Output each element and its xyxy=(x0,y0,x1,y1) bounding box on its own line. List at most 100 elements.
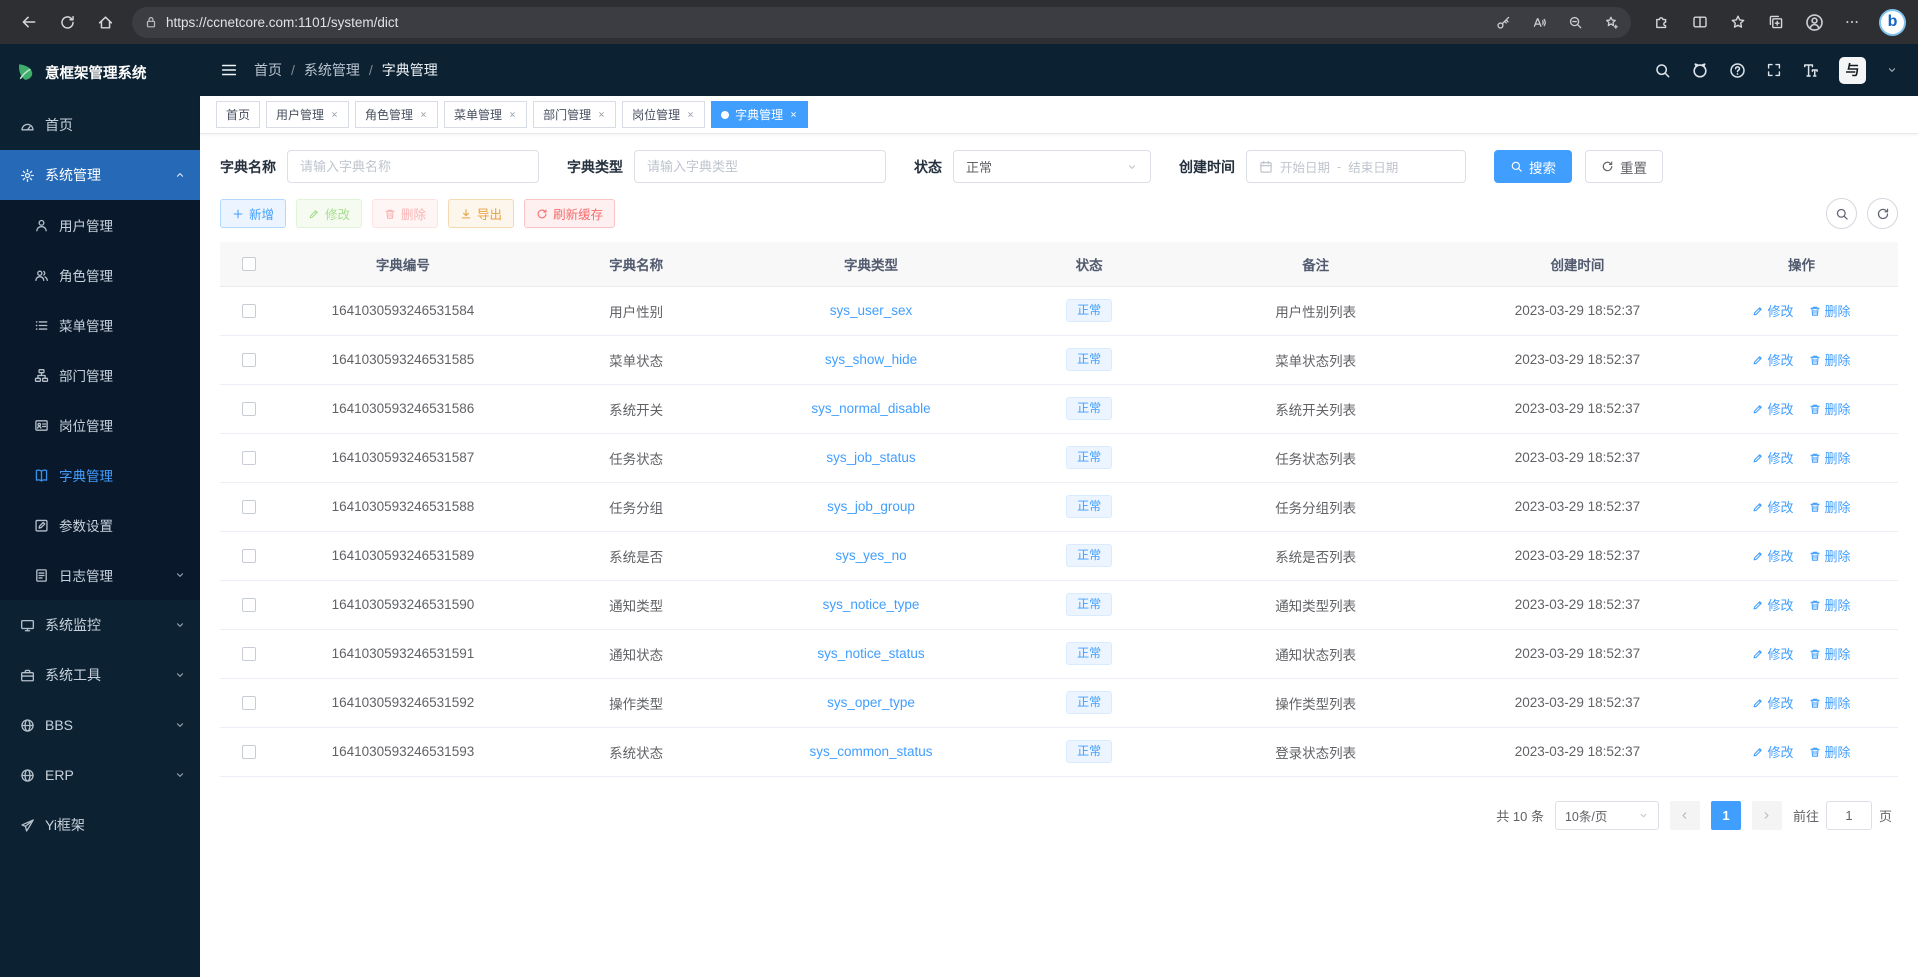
current-page-button[interactable]: 1 xyxy=(1711,801,1741,830)
select-all-checkbox[interactable] xyxy=(242,257,256,271)
close-icon[interactable] xyxy=(330,110,339,119)
edit-link[interactable]: 修改 xyxy=(1752,595,1793,614)
row-checkbox[interactable] xyxy=(242,549,256,563)
dict-type-link[interactable]: sys_job_group xyxy=(827,499,915,514)
app-logo[interactable]: 意框架管理系统 xyxy=(0,44,200,100)
dict-type-link[interactable]: sys_user_sex xyxy=(830,303,913,318)
dict-type-link[interactable]: sys_notice_type xyxy=(823,597,920,612)
sidebar-item-monitor[interactable]: 系统监控 xyxy=(0,600,200,650)
delete-link[interactable]: 删除 xyxy=(1809,301,1850,320)
help-icon[interactable] xyxy=(1729,62,1746,79)
sidebar-item-role[interactable]: 角色管理 xyxy=(0,250,200,300)
home-icon[interactable] xyxy=(88,6,122,38)
row-checkbox[interactable] xyxy=(242,647,256,661)
url-text[interactable]: https://ccnetcore.com:1101/system/dict xyxy=(166,15,1481,30)
refresh-icon[interactable] xyxy=(50,6,84,38)
tab-dict[interactable]: 字典管理 xyxy=(711,101,808,128)
edit-link[interactable]: 修改 xyxy=(1752,399,1793,418)
tab-role[interactable]: 角色管理 xyxy=(355,101,438,128)
edit-link[interactable]: 修改 xyxy=(1752,350,1793,369)
delete-link[interactable]: 删除 xyxy=(1809,742,1850,761)
dict-type-link[interactable]: sys_show_hide xyxy=(825,352,917,367)
more-icon[interactable] xyxy=(1835,6,1869,38)
sidebar-item-erp[interactable]: ERP xyxy=(0,750,200,800)
row-checkbox[interactable] xyxy=(242,745,256,759)
breadcrumb-item[interactable]: 首页 xyxy=(254,60,282,80)
reset-button[interactable]: 重置 xyxy=(1585,150,1663,183)
copilot-icon[interactable]: b xyxy=(1879,9,1906,36)
key-icon[interactable] xyxy=(1489,9,1517,35)
edit-link[interactable]: 修改 xyxy=(1752,497,1793,516)
edit-link[interactable]: 修改 xyxy=(1752,693,1793,712)
edit-link[interactable]: 修改 xyxy=(1752,301,1793,320)
back-icon[interactable] xyxy=(12,6,46,38)
dict-type-link[interactable]: sys_job_status xyxy=(826,450,915,465)
row-checkbox[interactable] xyxy=(242,598,256,612)
date-range-picker[interactable]: 开始日期 - 结束日期 xyxy=(1246,150,1466,183)
sidebar-item-yi[interactable]: Yi框架 xyxy=(0,800,200,850)
tab-dept[interactable]: 部门管理 xyxy=(533,101,616,128)
edit-link[interactable]: 修改 xyxy=(1752,644,1793,663)
delete-link[interactable]: 删除 xyxy=(1809,399,1850,418)
status-select[interactable]: 正常 xyxy=(953,150,1151,183)
sidebar-item-menu[interactable]: 菜单管理 xyxy=(0,300,200,350)
github-icon[interactable] xyxy=(1691,61,1709,79)
dict-type-link[interactable]: sys_common_status xyxy=(810,744,933,759)
close-icon[interactable] xyxy=(686,110,695,119)
close-icon[interactable] xyxy=(419,110,428,119)
favorites-bar-icon[interactable] xyxy=(1721,6,1755,38)
add-button[interactable]: 新增 xyxy=(220,199,286,228)
prev-page-button[interactable] xyxy=(1670,801,1700,830)
close-icon[interactable] xyxy=(508,110,517,119)
refresh-table-button[interactable] xyxy=(1867,198,1898,229)
breadcrumb-item[interactable]: 系统管理 xyxy=(304,60,360,80)
sidebar-item-config[interactable]: 参数设置 xyxy=(0,500,200,550)
sidebar-item-tools[interactable]: 系统工具 xyxy=(0,650,200,700)
delete-link[interactable]: 删除 xyxy=(1809,546,1850,565)
edit-link[interactable]: 修改 xyxy=(1752,448,1793,467)
dict-type-link[interactable]: sys_notice_status xyxy=(817,646,924,661)
dict-name-input[interactable] xyxy=(300,159,526,174)
sidebar-item-system[interactable]: 系统管理 xyxy=(0,150,200,200)
sidebar-item-dict[interactable]: 字典管理 xyxy=(0,450,200,500)
delete-link[interactable]: 删除 xyxy=(1809,644,1850,663)
split-screen-icon[interactable] xyxy=(1683,6,1717,38)
sidebar-item-dept[interactable]: 部门管理 xyxy=(0,350,200,400)
delete-button[interactable]: 删除 xyxy=(372,199,438,228)
delete-link[interactable]: 删除 xyxy=(1809,595,1850,614)
refresh-cache-button[interactable]: 刷新缓存 xyxy=(524,199,615,228)
close-icon[interactable] xyxy=(597,110,606,119)
row-checkbox[interactable] xyxy=(242,451,256,465)
page-size-select[interactable]: 10条/页 xyxy=(1555,801,1659,830)
next-page-button[interactable] xyxy=(1752,801,1782,830)
dict-type-link[interactable]: sys_normal_disable xyxy=(811,401,930,416)
caret-down-icon[interactable] xyxy=(1886,64,1898,76)
dict-type-input[interactable] xyxy=(647,159,873,174)
address-bar[interactable]: https://ccnetcore.com:1101/system/dict xyxy=(132,7,1631,38)
read-aloud-icon[interactable] xyxy=(1525,9,1553,35)
sidebar-item-log[interactable]: 日志管理 xyxy=(0,550,200,600)
fullscreen-icon[interactable] xyxy=(1766,62,1782,78)
edit-link[interactable]: 修改 xyxy=(1752,742,1793,761)
row-checkbox[interactable] xyxy=(242,402,256,416)
row-checkbox[interactable] xyxy=(242,304,256,318)
row-checkbox[interactable] xyxy=(242,353,256,367)
delete-link[interactable]: 删除 xyxy=(1809,448,1850,467)
profile-icon[interactable] xyxy=(1797,6,1831,38)
delete-link[interactable]: 删除 xyxy=(1809,350,1850,369)
avatar-logo[interactable]: 与 xyxy=(1839,57,1866,84)
tab-user[interactable]: 用户管理 xyxy=(266,101,349,128)
edit-button[interactable]: 修改 xyxy=(296,199,362,228)
extensions-icon[interactable] xyxy=(1645,6,1679,38)
row-checkbox[interactable] xyxy=(242,696,256,710)
tab-menu[interactable]: 菜单管理 xyxy=(444,101,527,128)
delete-link[interactable]: 删除 xyxy=(1809,497,1850,516)
search-icon[interactable] xyxy=(1654,62,1671,79)
hamburger-icon[interactable] xyxy=(220,61,238,79)
export-button[interactable]: 导出 xyxy=(448,199,514,228)
dict-type-link[interactable]: sys_oper_type xyxy=(827,695,915,710)
collections-icon[interactable] xyxy=(1759,6,1793,38)
sidebar-item-home[interactable]: 首页 xyxy=(0,100,200,150)
sidebar-item-user[interactable]: 用户管理 xyxy=(0,200,200,250)
add-favorite-icon[interactable] xyxy=(1597,9,1625,35)
